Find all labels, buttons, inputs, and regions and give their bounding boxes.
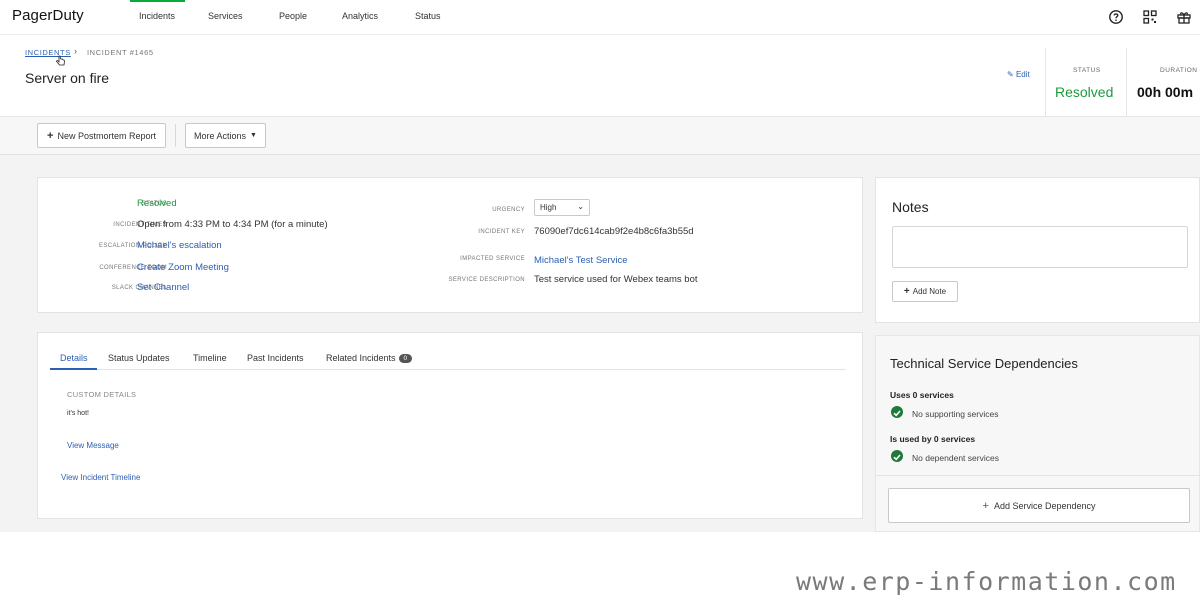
new-postmortem-label: New Postmortem Report (57, 130, 156, 141)
top-nav: PagerDuty Incidents Services People Anal… (0, 0, 1200, 35)
dependencies-divider (876, 475, 1200, 476)
edit-label: Edit (1015, 70, 1030, 79)
view-incident-timeline-link[interactable]: View Incident Timeline (61, 473, 140, 482)
incident-details-panel: STATUS Resolved INCIDENT TIMES Open from… (37, 177, 863, 313)
incident-key-value: 76090ef7dc614cab9f2e4b8c6fa3b55d (534, 226, 694, 237)
related-count-badge: 0 (398, 354, 413, 363)
plus-icon: + (47, 129, 54, 142)
toolbar-divider (175, 124, 176, 147)
add-service-dependency-label: Add Service Dependency (993, 500, 1096, 511)
duration-value: 00h 00m (1137, 84, 1194, 100)
help-icon[interactable] (1108, 9, 1124, 25)
no-dependent-services-text: No dependent services (912, 453, 999, 463)
chevron-right-icon: › (74, 46, 78, 56)
escalation-policy-link[interactable]: Michael's escalation (137, 240, 222, 251)
edit-link[interactable]: ✎ Edit (1007, 70, 1030, 79)
custom-details-text: it's hot! (67, 410, 89, 417)
field-label-impacted-service: IMPACTED SERVICE (460, 256, 525, 262)
caret-down-icon: ▼ (250, 132, 257, 139)
dependencies-title: Technical Service Dependencies (890, 356, 1078, 371)
pagerduty-logo[interactable]: PagerDuty (12, 7, 84, 24)
notes-title: Notes (892, 199, 929, 215)
action-toolbar: + New Postmortem Report More Actions ▼ (0, 117, 1200, 155)
tab-past-incidents[interactable]: Past Incidents (247, 353, 304, 363)
field-label-urgency: URGENCY (492, 207, 525, 213)
tab-related-incidents[interactable]: Related Incidents 0 (326, 353, 413, 363)
nav-item-people[interactable]: People (279, 11, 307, 21)
apps-grid-icon[interactable] (1142, 9, 1158, 25)
create-zoom-meeting-link[interactable]: Create Zoom Meeting (137, 262, 229, 273)
tab-status-updates[interactable]: Status Updates (108, 353, 170, 363)
breadcrumb-current: INCIDENT #1465 (87, 48, 154, 57)
gift-icon[interactable] (1176, 9, 1192, 25)
urgency-value: High (540, 203, 557, 212)
duration-label: DURATION (1160, 67, 1198, 74)
nav-item-services[interactable]: Services (208, 11, 243, 21)
nav-item-incidents[interactable]: Incidents (139, 11, 175, 21)
add-note-button[interactable]: + Add Note (892, 281, 958, 302)
field-label-service-description: SERVICE DESCRIPTION (448, 277, 525, 283)
page-title: Server on fire (25, 70, 110, 86)
custom-details-heading: CUSTOM DETAILS (67, 390, 137, 399)
field-value-incident-times: Open from 4:33 PM to 4:34 PM (for a minu… (137, 219, 328, 230)
uses-services-heading: Uses 0 services (890, 390, 954, 400)
stat-divider (1045, 48, 1046, 116)
tab-related-incidents-label: Related Incidents (326, 353, 396, 363)
hand-cursor-icon (56, 55, 65, 66)
field-label-incident-key: INCIDENT KEY (478, 229, 525, 235)
check-circle-icon (891, 450, 903, 462)
view-message-link[interactable]: View Message (67, 441, 119, 450)
chevron-down-icon: ⌄ (577, 202, 584, 211)
tab-divider (50, 369, 846, 370)
nav-active-indicator (130, 0, 185, 2)
incident-header: INCIDENTS › INCIDENT #1465 Server on fir… (0, 35, 1200, 117)
active-tab-underline (50, 368, 97, 370)
add-note-label: Add Note (912, 287, 947, 296)
field-value-status: Resolved (137, 198, 177, 209)
plus-icon: + (903, 286, 910, 297)
check-circle-icon (891, 406, 903, 418)
status-value: Resolved (1055, 84, 1114, 100)
add-service-dependency-button[interactable]: + Add Service Dependency (888, 488, 1190, 523)
watermark: www.erp-information.com (796, 567, 1177, 596)
urgency-select[interactable]: High ⌄ (534, 199, 590, 216)
tab-timeline[interactable]: Timeline (193, 353, 227, 363)
nav-item-analytics[interactable]: Analytics (342, 11, 378, 21)
nav-item-status[interactable]: Status (415, 11, 441, 21)
more-actions-dropdown[interactable]: More Actions ▼ (185, 123, 266, 148)
service-description-value: Test service used for Webex teams bot (534, 274, 698, 285)
no-supporting-services-text: No supporting services (912, 409, 999, 419)
stat-divider (1126, 48, 1127, 116)
plus-icon: + (982, 499, 989, 512)
notes-textarea[interactable] (892, 226, 1188, 268)
status-label: STATUS (1073, 67, 1101, 74)
incident-tabs-panel: Details Status Updates Timeline Past Inc… (37, 332, 863, 519)
new-postmortem-button[interactable]: + New Postmortem Report (37, 123, 166, 148)
used-by-services-heading: Is used by 0 services (890, 434, 976, 444)
pencil-icon: ✎ (1007, 70, 1014, 79)
set-channel-link[interactable]: Set Channel (137, 282, 189, 293)
impacted-service-link[interactable]: Michael's Test Service (534, 255, 628, 266)
tab-details[interactable]: Details (60, 353, 88, 363)
notes-panel: Notes + Add Note (875, 177, 1200, 323)
more-actions-label: More Actions (194, 130, 247, 141)
